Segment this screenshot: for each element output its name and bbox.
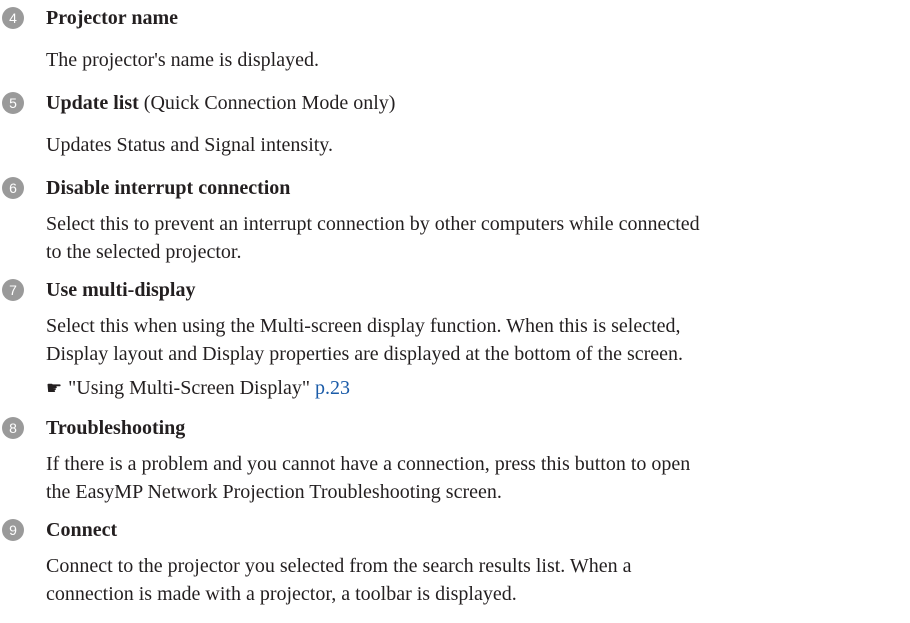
item-title-note: (Quick Connection Mode only) [143, 92, 396, 114]
cross-reference: ☛ "Using Multi-Screen Display" p.23 [46, 376, 350, 401]
item-title: Use multi-display [46, 279, 196, 301]
description-line: Select this to prevent an interrupt conn… [46, 213, 700, 235]
item-description: Connect to the projector you selected fr… [46, 552, 906, 608]
item-description: The projector's name is displayed. [46, 49, 319, 71]
number-badge-5: 5 [2, 92, 24, 114]
description-line: If there is a problem and you cannot hav… [46, 453, 691, 475]
item-title: Update list (Quick Connection Mode only) [46, 91, 395, 115]
item-title: Troubleshooting [46, 417, 186, 439]
item-description: Updates Status and Signal intensity. [46, 134, 334, 156]
number-badge-6: 6 [2, 177, 24, 199]
item-title: Disable interrupt connection [46, 177, 291, 199]
description-line: Display layout and Display properties ar… [46, 343, 684, 365]
number-badge-8: 8 [2, 417, 24, 439]
item-description: Select this to prevent an interrupt conn… [46, 210, 906, 266]
item-title: Connect [46, 519, 118, 541]
reference-text: "Using Multi-Screen Display" [68, 377, 310, 399]
description-line: Select this when using the Multi-screen … [46, 315, 681, 337]
item-description: Select this when using the Multi-screen … [46, 312, 906, 368]
description-line: Connect to the projector you selected fr… [46, 555, 632, 577]
pointing-hand-icon: ☛ [46, 378, 63, 399]
number-badge-9: 9 [2, 519, 24, 541]
item-title: Projector name [46, 7, 178, 29]
description-line: connection is made with a projector, a t… [46, 583, 517, 605]
description-line: to the selected projector. [46, 241, 242, 263]
description-line: the EasyMP Network Projection Troublesho… [46, 481, 502, 503]
page-link[interactable]: p.23 [315, 377, 350, 399]
item-title-text: Update list [46, 92, 139, 114]
number-badge-7: 7 [2, 279, 24, 301]
number-badge-4: 4 [2, 7, 24, 29]
document-page: 4 Projector name The projector's name is… [0, 0, 910, 623]
item-description: If there is a problem and you cannot hav… [46, 450, 906, 506]
